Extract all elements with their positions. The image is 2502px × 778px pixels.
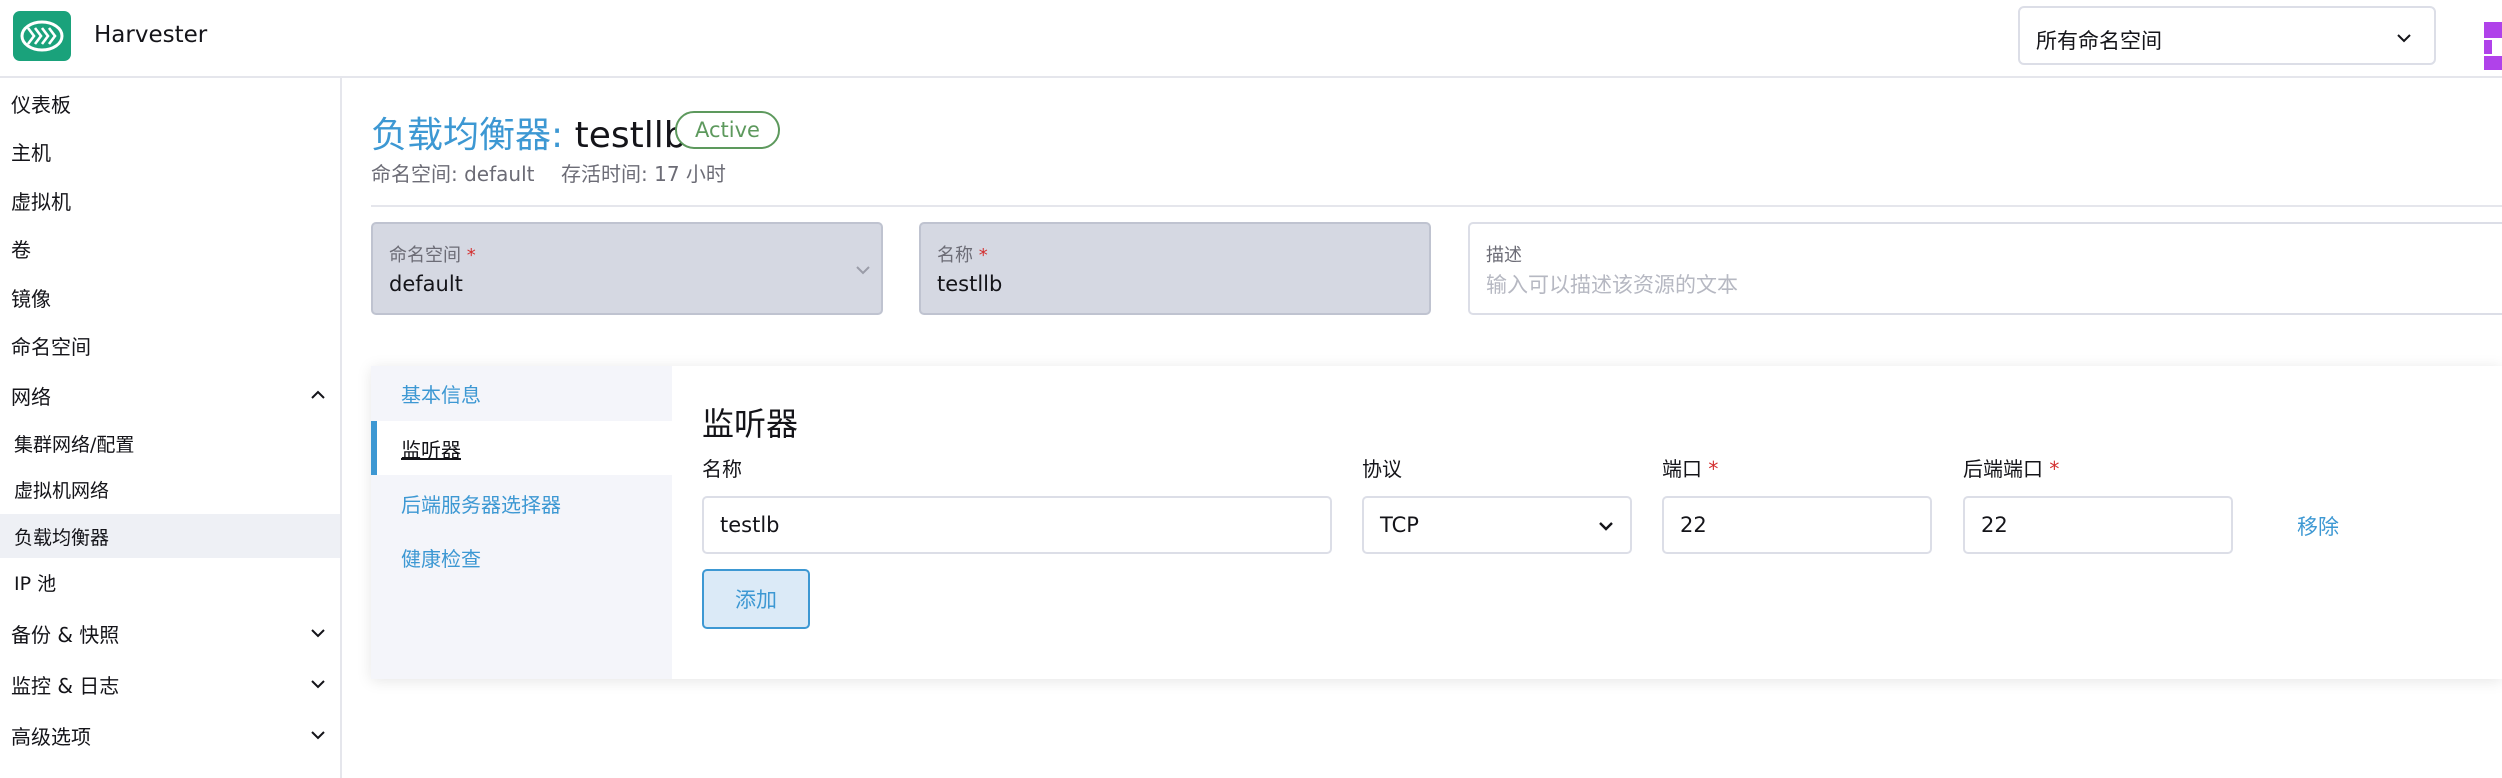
sidebar-item-label: 集群网络/配置 (14, 433, 135, 456)
sidebar-item-label: 监控 & 日志 (11, 673, 120, 698)
label-text: 命名空间 (389, 245, 461, 266)
namespace-filter-select[interactable]: 所有命名空间 (2018, 6, 2436, 65)
tab-label: 基本信息 (401, 382, 481, 407)
sidebar-item-cluster-networks[interactable]: 集群网络/配置 (0, 421, 340, 465)
listener-backend-port-input[interactable]: 22 (1963, 496, 2233, 554)
header-divider (371, 205, 2502, 207)
tab-list: 基本信息 监听器 后端服务器选择器 健康检查 (371, 366, 672, 679)
listener-protocol-select[interactable]: TCP (1362, 496, 1632, 554)
name-field[interactable]: 名称 * testllb (919, 222, 1431, 315)
page-title: 负载均衡器: testllb (371, 106, 687, 158)
chevron-up-icon (311, 390, 325, 399)
sidebar-item-label: 虚拟机网络 (14, 479, 110, 502)
namespace-meta: 命名空间: default (371, 162, 535, 186)
resource-type-link[interactable]: 负载均衡器: (371, 115, 563, 156)
sidebar-item-namespaces[interactable]: 命名空间 (0, 323, 340, 367)
sidebar-item-images[interactable]: 镜像 (0, 275, 340, 319)
sidebar-item-volumes[interactable]: 卷 (0, 226, 340, 270)
chevron-down-icon (856, 266, 870, 275)
required-mark: * (466, 245, 476, 266)
namespace-field-value: default (389, 272, 463, 296)
label-text: 名称 (937, 245, 973, 266)
tab-label: 健康检查 (401, 546, 481, 571)
sidebar-item-label: 高级选项 (11, 724, 91, 749)
required-mark: * (2049, 457, 2060, 481)
required-mark: * (1708, 457, 1719, 481)
status-badge: Active (675, 111, 780, 149)
column-label-port: 端口 * (1662, 453, 1718, 482)
sidebar-group-monitoring-logging[interactable]: 监控 & 日志 (0, 662, 340, 706)
listener-panel: 基本信息 监听器 后端服务器选择器 健康检查 监听器 名称 协议 端口 * 后端… (371, 366, 2502, 679)
label-text: 后端端口 (1963, 457, 2043, 481)
namespace-filter-value: 所有命名空间 (2036, 29, 2162, 53)
label-text: 端口 (1662, 457, 1702, 481)
sidebar-group-networks[interactable]: 网络 (0, 373, 340, 417)
name-field-label: 名称 * (937, 241, 988, 267)
description-field-label: 描述 (1486, 245, 1522, 266)
tab-listeners[interactable]: 监听器 (371, 421, 672, 475)
tab-health-check[interactable]: 健康检查 (371, 530, 672, 584)
column-label-name: 名称 (702, 457, 742, 481)
sidebar-group-advanced[interactable]: 高级选项 (0, 713, 340, 757)
sidebar-item-label: 负载均衡器 (14, 526, 110, 549)
chevron-down-icon (311, 680, 325, 689)
sidebar-item-label: 卷 (11, 237, 31, 262)
user-avatar-icon[interactable] (2484, 22, 2502, 70)
resource-name: testllb (574, 115, 687, 156)
required-mark: * (978, 245, 988, 266)
sidebar-group-backup-snapshots[interactable]: 备份 & 快照 (0, 611, 340, 655)
select-value: TCP (1380, 513, 1419, 537)
top-header: Harvester 所有命名空间 (0, 0, 2502, 78)
sidebar-item-label: IP 池 (14, 572, 57, 595)
section-title: 监听器 (702, 405, 799, 443)
sidebar-item-hosts[interactable]: 主机 (0, 129, 340, 173)
sidebar-item-label: 虚拟机 (11, 189, 71, 214)
remove-listener-button[interactable]: 移除 (2297, 511, 2339, 541)
tab-label: 后端服务器选择器 (401, 492, 561, 517)
namespace-field-label: 命名空间 * (389, 241, 476, 267)
listener-name-input[interactable]: testlb (702, 496, 1332, 554)
sidebar-item-load-balancers[interactable]: 负载均衡器 (0, 514, 340, 558)
input-value: 22 (1981, 513, 2008, 537)
avatar-block-middle (2484, 40, 2502, 54)
name-field-value: testllb (937, 272, 1003, 296)
tab-backend-server-selector[interactable]: 后端服务器选择器 (371, 476, 672, 530)
listener-port-input[interactable]: 22 (1662, 496, 1932, 554)
sidebar-item-dashboard[interactable]: 仪表板 (0, 81, 340, 125)
input-value: testlb (720, 513, 780, 537)
avatar-block-top (2484, 22, 2502, 38)
chevron-down-icon (311, 731, 325, 740)
sidebar-item-label: 备份 & 快照 (11, 622, 120, 647)
sidebar-item-ip-pools[interactable]: IP 池 (0, 560, 340, 604)
sidebar-item-virtual-machines[interactable]: 虚拟机 (0, 178, 340, 222)
app-title: Harvester (94, 22, 208, 48)
input-value: 22 (1680, 513, 1707, 537)
sidebar-item-label: 主机 (11, 140, 51, 165)
logo-glyph (20, 20, 64, 52)
tab-label: 监听器 (401, 437, 461, 462)
age-meta: 存活时间: 17 小时 (561, 162, 726, 186)
sidebar-item-label: 命名空间 (11, 334, 91, 359)
chevron-down-icon (1599, 522, 1613, 531)
avatar-block-bottom (2484, 56, 2502, 70)
description-placeholder: 输入可以描述该资源的文本 (1486, 273, 1738, 297)
tab-basics[interactable]: 基本信息 (371, 366, 672, 420)
sidebar-item-label: 镜像 (11, 286, 51, 311)
namespace-field[interactable]: 命名空间 * default (371, 222, 883, 315)
description-field[interactable]: 描述 输入可以描述该资源的文本 (1468, 222, 2502, 315)
sidebar-item-vm-networks[interactable]: 虚拟机网络 (0, 467, 340, 511)
sidebar-item-label: 网络 (11, 384, 51, 409)
sidebar-nav: 仪表板 主机 虚拟机 卷 镜像 命名空间 网络 集群网络/配置 虚拟机网络 负载… (0, 78, 342, 778)
sidebar-item-label: 仪表板 (11, 92, 71, 117)
column-label-protocol: 协议 (1362, 457, 1402, 481)
chevron-down-icon (2397, 34, 2411, 43)
chevron-down-icon (311, 629, 325, 638)
column-label-backend-port: 后端端口 * (1963, 453, 2059, 482)
harvester-logo-icon[interactable] (13, 11, 71, 61)
add-listener-button[interactable]: 添加 (702, 569, 810, 629)
